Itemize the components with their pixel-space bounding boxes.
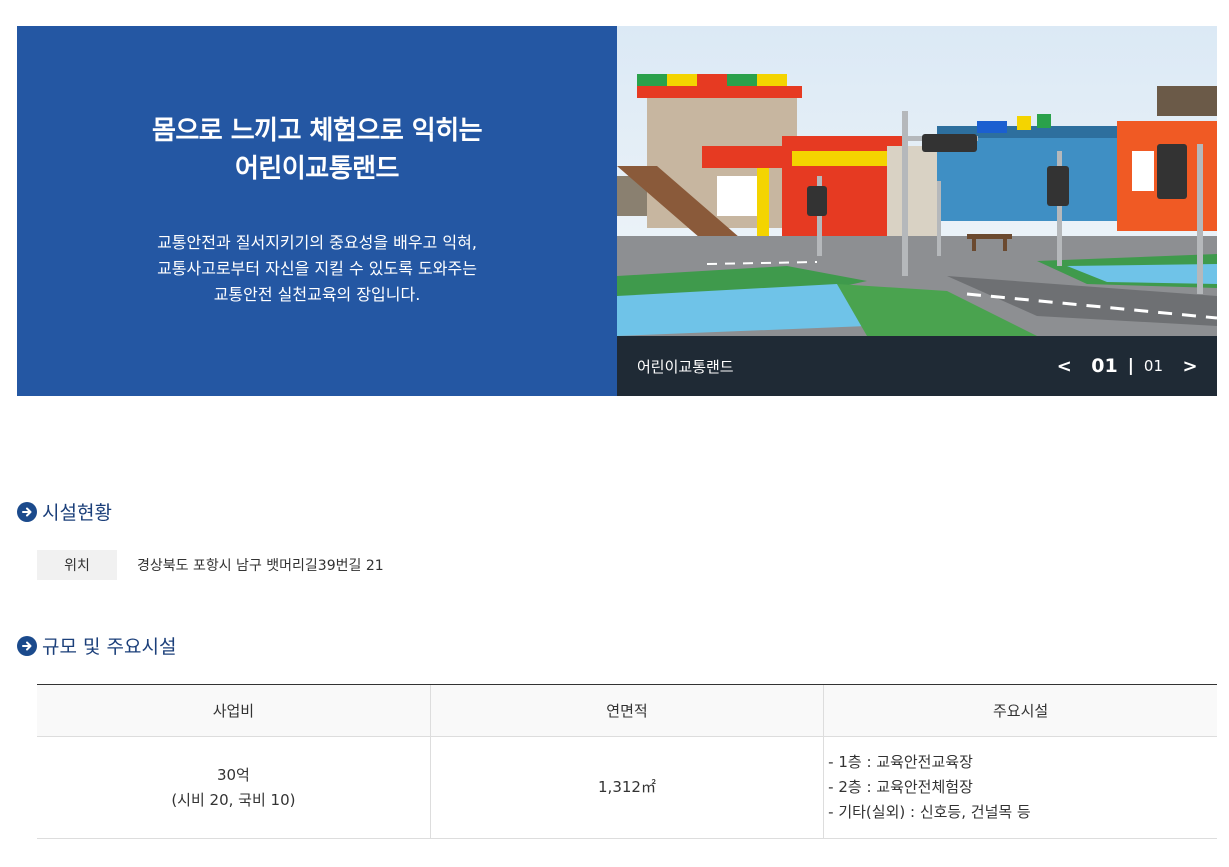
hero-banner: 몸으로 느끼고 체험으로 익히는 어린이교통랜드 교통안전과 질서지키기의 중요…	[17, 26, 1217, 396]
facility-item: - 2층 : 교육안전체험장	[828, 778, 973, 796]
slide-caption: 어린이교통랜드	[637, 357, 734, 376]
facility-item: - 1층 : 교육안전교육장	[828, 753, 973, 771]
facility-section-title: 시설현황	[42, 502, 112, 524]
arrow-right-circle-icon	[17, 635, 37, 656]
hero-title: 몸으로 느끼고 체험으로 익히는 어린이교통랜드	[151, 112, 483, 188]
photo-slider: 어린이교통랜드 < 01 | 01 >	[617, 26, 1217, 396]
hero-description: 교통안전과 질서지키기의 중요성을 배우고 익혀, 교통사고로부터 자신을 지킬…	[157, 230, 477, 308]
traffic-land-photo	[617, 26, 1217, 336]
location-label: 위치	[37, 550, 117, 580]
hero-title-line2: 어린이교통랜드	[235, 154, 399, 184]
total-slide-number: 01	[1143, 357, 1163, 375]
table-row: 30억 (시비 20, 국비 10) 1,312㎡ - 1층 : 교육안전교육장…	[37, 736, 1217, 839]
table-header-row: 사업비 연면적 주요시설	[37, 684, 1217, 737]
location-row: 위치 경상북도 포항시 남구 뱃머리길39번길 21	[37, 550, 384, 580]
cost-cell: 30억 (시비 20, 국비 10)	[37, 736, 431, 839]
prev-slide-button[interactable]: <	[1051, 356, 1077, 377]
hero-title-line1: 몸으로 느끼고 체험으로 익히는	[151, 116, 483, 146]
scale-section-heading: 규모 및 주요시설	[17, 632, 176, 659]
hero-intro-panel: 몸으로 느끼고 체험으로 익히는 어린이교통랜드 교통안전과 질서지키기의 중요…	[17, 26, 617, 396]
slider-caption-bar: 어린이교통랜드 < 01 | 01 >	[617, 336, 1217, 396]
area-cell: 1,312㎡	[429, 736, 824, 839]
arrow-right-circle-icon	[17, 501, 37, 522]
current-slide-number: 01	[1091, 355, 1118, 377]
header-facilities: 주요시설	[823, 684, 1217, 737]
location-value: 경상북도 포항시 남구 뱃머리길39번길 21	[137, 558, 384, 574]
next-slide-button[interactable]: >	[1177, 356, 1203, 377]
hero-desc-line1: 교통안전과 질서지키기의 중요성을 배우고 익혀,	[157, 233, 477, 252]
header-cost: 사업비	[37, 684, 431, 737]
scale-table: 사업비 연면적 주요시설 30억 (시비 20, 국비 10) 1,312㎡ -…	[37, 684, 1217, 839]
hero-desc-line3: 교통안전 실천교육의 장입니다.	[213, 285, 421, 304]
facility-section-heading: 시설현황	[17, 498, 112, 525]
pager-separator: |	[1127, 356, 1134, 376]
cost-amount: 30억	[216, 765, 250, 784]
scale-section-title: 규모 및 주요시설	[42, 636, 177, 658]
facilities-cell: - 1층 : 교육안전교육장 - 2층 : 교육안전체험장 - 기타(실외) :…	[823, 736, 1217, 839]
hero-desc-line2: 교통사고로부터 자신을 지킬 수 있도록 도와주는	[157, 259, 477, 278]
slider-pager: < 01 | 01 >	[1051, 355, 1203, 377]
cost-breakdown: (시비 20, 국비 10)	[171, 790, 296, 809]
facility-item: - 기타(실외) : 신호등, 건널목 등	[828, 803, 1031, 821]
header-area: 연면적	[429, 684, 824, 737]
